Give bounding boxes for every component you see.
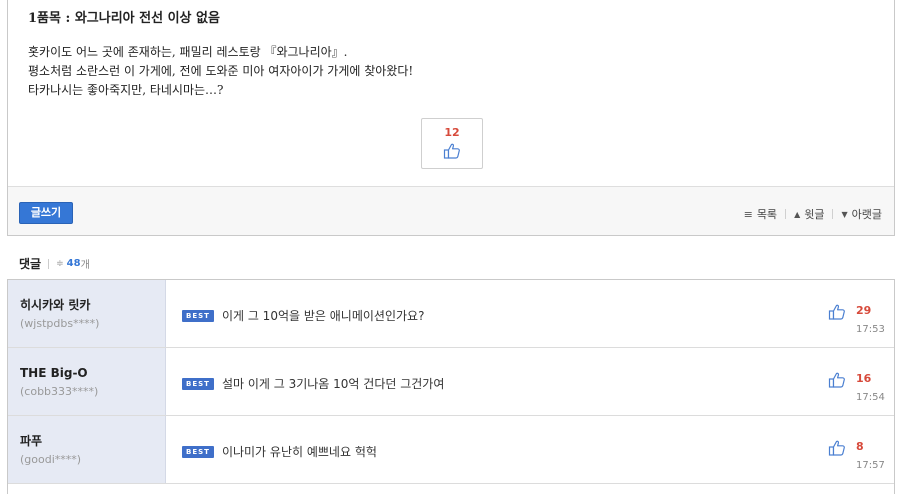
comment-row: 파푸 (goodi****) BEST 이나미가 유난히 예쁘네요 헉헉 8 1… — [8, 416, 894, 484]
list-link-label: 목록 — [756, 208, 778, 221]
post-like-button[interactable]: 12 — [421, 118, 483, 169]
comment-like-count: 16 — [856, 372, 872, 385]
post-nav-links: ≡ 목록 ▲ 윗글 ▼ 아랫글 — [744, 206, 882, 222]
comment-row: 히시카와 릿카 (wjstpdbs****) BEST 이게 그 10억을 받은… — [8, 280, 894, 348]
post-title: 1품목 : 와그나리아 전선 이상 없음 — [28, 11, 220, 26]
divider — [832, 209, 834, 219]
next-post-link[interactable]: ▼ 아랫글 — [841, 206, 882, 222]
comment-author-id: (wjstpdbs****) — [20, 317, 100, 330]
comments-title: 댓글 — [19, 257, 42, 271]
comment-author-id: (goodi****) — [20, 453, 82, 466]
post-body-line: 평소처럼 소란스런 이 가게에, 전에 도와준 미아 여자아이가 가게에 찾아왔… — [28, 64, 414, 78]
comment-row: THE Big-O (cobb333****) BEST 설마 이게 그 3기나… — [8, 348, 894, 416]
post-body-line: 타카나시는 좋아죽지만, 타네시마는…? — [28, 83, 224, 97]
post-body-line: 홋카이도 어느 곳에 존재하는, 패밀리 레스토랑 『와그나리아』. — [28, 45, 348, 59]
prev-post-label: 윗글 — [804, 208, 825, 221]
comment-content: BEST 이나미가 유난히 예쁘네요 헉헉 — [182, 443, 377, 460]
thumbs-up-icon[interactable] — [828, 371, 846, 389]
best-badge: BEST — [182, 377, 214, 390]
divider — [48, 258, 50, 269]
thumbs-up-icon — [443, 143, 460, 159]
comment-list: 히시카와 릿카 (wjstpdbs****) BEST 이게 그 10억을 받은… — [7, 279, 895, 494]
comment-text: 이나미가 유난히 예쁘네요 헉헉 — [221, 445, 377, 459]
thumbs-up-icon[interactable] — [828, 303, 846, 321]
comment-text: 설마 이게 그 3기나옴 10억 건다던 그건가여 — [221, 377, 445, 391]
post-like-count: 12 — [444, 126, 460, 139]
comment-content: BEST 설마 이게 그 3기나옴 10억 건다던 그건가여 — [182, 375, 444, 392]
best-badge: BEST — [182, 309, 214, 322]
prev-post-link[interactable]: ▲ 윗글 — [794, 206, 824, 222]
post-body: 홋카이도 어느 곳에 존재하는, 패밀리 레스토랑 『와그나리아』. 평소처럼 … — [28, 43, 868, 100]
comments-count: 48 — [66, 258, 81, 269]
sort-icon: ≑ — [56, 258, 64, 269]
comments-header: 댓글 ≑ 48 개 — [19, 255, 90, 272]
triangle-up-icon: ▲ — [794, 209, 801, 219]
comments-count-unit: 개 — [80, 260, 90, 271]
comment-time: 17:53 — [856, 324, 885, 335]
comment-author: 파푸 (goodi****) — [8, 416, 166, 483]
comment-author-id: (cobb333****) — [20, 385, 99, 398]
comment-like-count: 8 — [856, 440, 864, 453]
comment-author: THE Big-O (cobb333****) — [8, 348, 166, 415]
comment-content: BEST 이게 그 10억을 받은 애니메이션인가요? — [182, 307, 424, 324]
comment-author-name[interactable]: 파푸 — [20, 433, 165, 449]
comment-text: 이게 그 10억을 받은 애니메이션인가요? — [221, 309, 425, 323]
best-badge: BEST — [182, 445, 214, 458]
comment-time: 17:57 — [856, 460, 885, 471]
comment-author-name[interactable]: THE Big-O — [20, 365, 165, 381]
comment-author: 히시카와 릿카 (wjstpdbs****) — [8, 280, 166, 347]
list-link[interactable]: ≡ 목록 — [744, 206, 777, 222]
triangle-down-icon: ▼ — [841, 209, 848, 219]
comment-like-count: 29 — [856, 304, 872, 317]
comment-author-name[interactable]: 히시카와 릿카 — [20, 297, 165, 313]
post-footer-bar: 글쓰기 ≡ 목록 ▲ 윗글 ▼ 아랫글 — [8, 186, 894, 235]
post-box: 1품목 : 와그나리아 전선 이상 없음 홋카이도 어느 곳에 존재하는, 패밀… — [7, 0, 895, 236]
thumbs-up-icon[interactable] — [828, 439, 846, 457]
write-button[interactable]: 글쓰기 — [19, 202, 73, 224]
list-icon: ≡ — [743, 207, 753, 221]
divider — [785, 209, 787, 219]
next-post-label: 아랫글 — [851, 208, 882, 221]
comment-time: 17:54 — [856, 392, 885, 403]
